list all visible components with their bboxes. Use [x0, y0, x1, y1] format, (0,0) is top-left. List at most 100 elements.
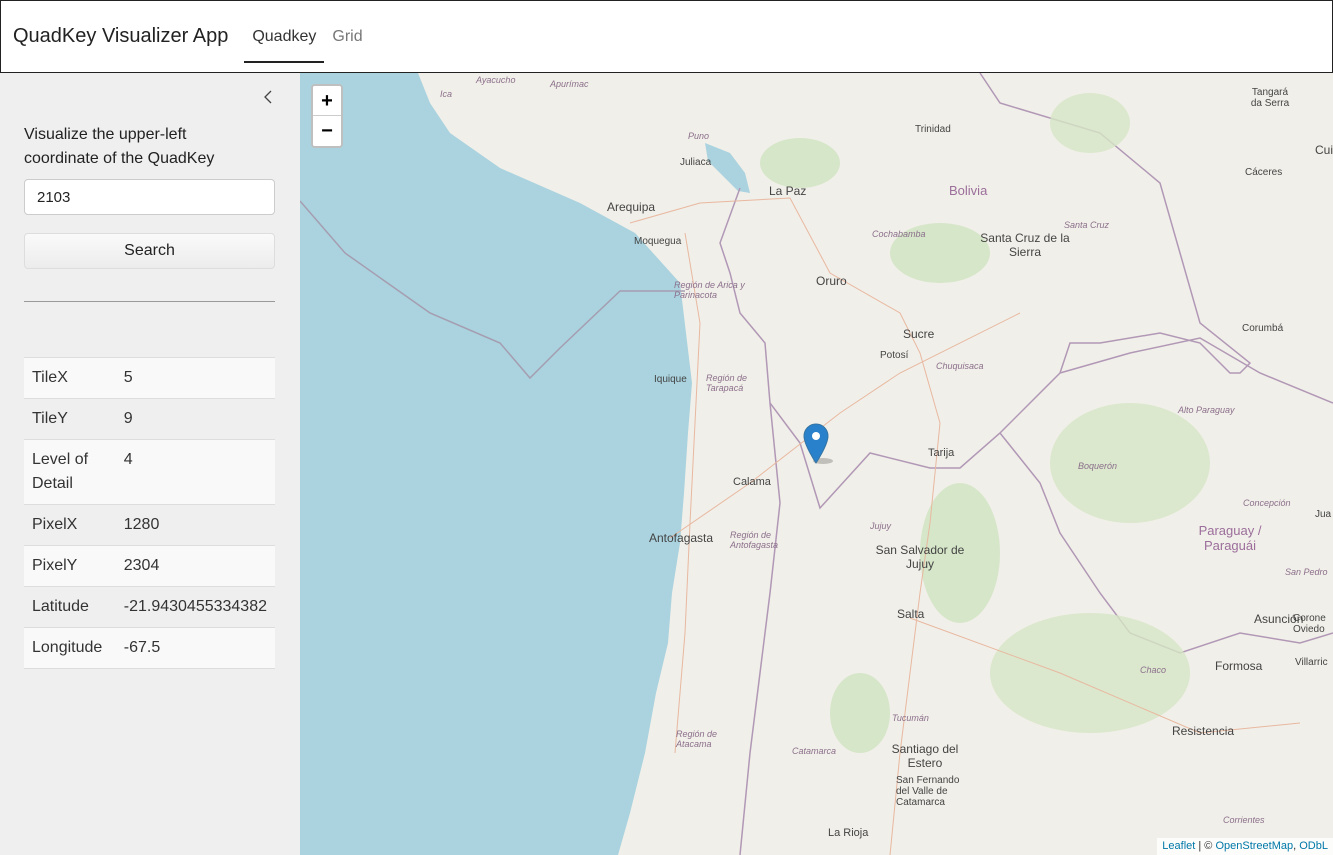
divider	[24, 301, 275, 302]
row-value-pixely: 2304	[115, 545, 275, 587]
map-label-juliaca: Juliaca	[680, 157, 712, 168]
table-row: Latitude -21.9430455334382	[24, 586, 275, 628]
table-row: PixelY 2304	[24, 545, 275, 587]
map-view[interactable]: Ayacucho Apurímac Ica Puno Juliaca Arequ…	[300, 73, 1333, 855]
map-label-bolivia: Bolivia	[949, 183, 988, 198]
map-label-cui: Cui	[1315, 143, 1333, 157]
row-key-level: Level of Detail	[24, 439, 116, 505]
map-label-arequipa: Arequipa	[607, 200, 656, 214]
map-label-tucuman: Tucumán	[892, 713, 929, 723]
map-label-trinidad: Trinidad	[915, 124, 951, 135]
table-row: TileY 9	[24, 398, 275, 440]
row-key-tiley: TileY	[24, 398, 116, 440]
odbl-link[interactable]: ODbL	[1299, 840, 1328, 852]
leaflet-link[interactable]: Leaflet	[1162, 840, 1195, 852]
map-label-atacama: Región de Atacama	[676, 729, 718, 749]
map-label-calama: Calama	[733, 476, 771, 488]
table-row: PixelX 1280	[24, 504, 275, 546]
app-title: QuadKey Visualizer App	[13, 25, 229, 47]
map-label-tarapaca: Región de Tarapacá	[706, 373, 748, 393]
map-label-villarric: Villarric	[1295, 657, 1328, 668]
map-label-cochabamba: Cochabamba	[872, 229, 926, 239]
map-label-santiago-estero: Santiago del Estero	[891, 742, 959, 770]
sidebar: Visualize the upper-left coordinate of t…	[0, 73, 300, 855]
map-label-arica: Región de Arica y Parinacota	[674, 280, 745, 300]
map-label-catamarca: Catamarca	[792, 746, 837, 756]
map-label-alto-paraguay: Alto Paraguay	[1178, 405, 1235, 415]
table-row: TileX 5	[24, 357, 275, 399]
zoom-out-button[interactable]: −	[313, 116, 341, 146]
map-label-region-antofagasta: Región de Antofagasta	[730, 530, 779, 550]
map-label-la-rioja: La Rioja	[828, 827, 869, 839]
map-label-ica: Ica	[440, 89, 453, 99]
map-label-corumba: Corumbá	[1242, 323, 1284, 334]
map-label-oruro: Oruro	[816, 274, 847, 288]
ocean	[300, 73, 692, 855]
row-value-tilex: 5	[115, 357, 275, 399]
sidebar-description: Visualize the upper-left coordinate of t…	[24, 126, 215, 167]
chevron-left-icon[interactable]	[260, 89, 276, 107]
row-key-pixelx: PixelX	[24, 504, 116, 546]
quadkey-info-table: TileX 5 TileY 9 Level of Detail 4 PixelX…	[24, 341, 275, 669]
map-label-coronel-oviedo: Corone Oviedo	[1293, 613, 1326, 635]
table-row: Level of Detail 4	[24, 439, 275, 505]
map-label-jua: Jua	[1315, 509, 1332, 520]
map-label-paraguay: Paraguay / Paraguái	[1198, 523, 1262, 553]
map-attribution: Leaflet | © OpenStreetMap, ODbL	[1157, 838, 1333, 855]
row-value-pixelx: 1280	[115, 504, 275, 546]
app-header: QuadKey Visualizer App Quadkey Grid	[0, 0, 1333, 73]
green-area	[760, 138, 840, 188]
map-label-tarija: Tarija	[928, 447, 955, 459]
brazil-border	[1059, 337, 1333, 404]
openstreetmap-link[interactable]: OpenStreetMap	[1215, 840, 1293, 852]
row-key-tilex: TileX	[24, 357, 116, 399]
green-area	[1050, 93, 1130, 153]
map-label-jujuy: Jujuy	[870, 521, 892, 531]
map-label-santa-cruz-region: Santa Cruz	[1064, 220, 1110, 230]
lake-titicaca	[705, 143, 750, 193]
map-label-chaco: Chaco	[1140, 665, 1167, 675]
map-label-antofagasta: Antofagasta	[649, 531, 714, 545]
map-label-san-salvador: San Salvador de Jujuy	[875, 543, 965, 571]
map-label-corrientes: Corrientes	[1223, 815, 1265, 825]
map-label-moquegua: Moquegua	[634, 236, 682, 247]
map-label-concepcion: Concepción	[1243, 498, 1291, 508]
table-row: Longitude -67.5	[24, 627, 275, 669]
quadkey-input[interactable]	[24, 179, 275, 215]
tab-quadkey[interactable]: Quadkey	[244, 1, 325, 72]
zoom-control: + −	[311, 84, 343, 148]
row-value-latitude: -21.9430455334382	[115, 586, 275, 628]
row-key-latitude: Latitude	[24, 586, 116, 628]
zoom-in-button[interactable]: +	[313, 86, 341, 116]
map-label-caceres: Cáceres	[1245, 167, 1283, 178]
map-label-salta: Salta	[897, 607, 925, 621]
search-button[interactable]: Search	[24, 233, 275, 269]
tab-grid[interactable]: Grid	[324, 1, 370, 72]
row-value-tiley: 9	[115, 398, 275, 440]
green-area	[1050, 403, 1210, 523]
map-label-puno: Puno	[688, 131, 710, 141]
chile-argentina-border	[739, 402, 781, 855]
green-area	[830, 673, 890, 753]
map-label-san-fernando: San Fernando del Valle de Catamarca	[896, 775, 960, 808]
row-value-level: 4	[115, 439, 275, 505]
map-label-santa-cruz-city: Santa Cruz de la Sierra	[980, 231, 1070, 259]
map-label-apurimac: Apurímac	[550, 79, 589, 89]
map-label-formosa: Formosa	[1215, 659, 1263, 673]
map-label-ayacucho: Ayacucho	[476, 75, 516, 85]
map-label-san-pedro: San Pedro	[1285, 567, 1328, 577]
map-label-tangara: Tangará da Serra	[1250, 87, 1290, 109]
row-key-longitude: Longitude	[24, 627, 116, 669]
map-label-chuquisaca: Chuquisaca	[936, 361, 984, 371]
table-header-row	[24, 341, 275, 358]
map-label-resistencia: Resistencia	[1172, 724, 1235, 738]
map-label-iquique: Iquique	[654, 374, 687, 385]
map-label-la-paz: La Paz	[769, 184, 807, 198]
row-value-longitude: -67.5	[115, 627, 275, 669]
map-pin-icon[interactable]	[803, 423, 833, 465]
row-key-pixely: PixelY	[24, 545, 116, 587]
map-label-potosi: Potosí	[880, 350, 909, 361]
map-label-sucre: Sucre	[903, 327, 935, 341]
attribution-separator: | ©	[1195, 840, 1216, 852]
map-label-boqueron: Boquerón	[1078, 461, 1118, 471]
